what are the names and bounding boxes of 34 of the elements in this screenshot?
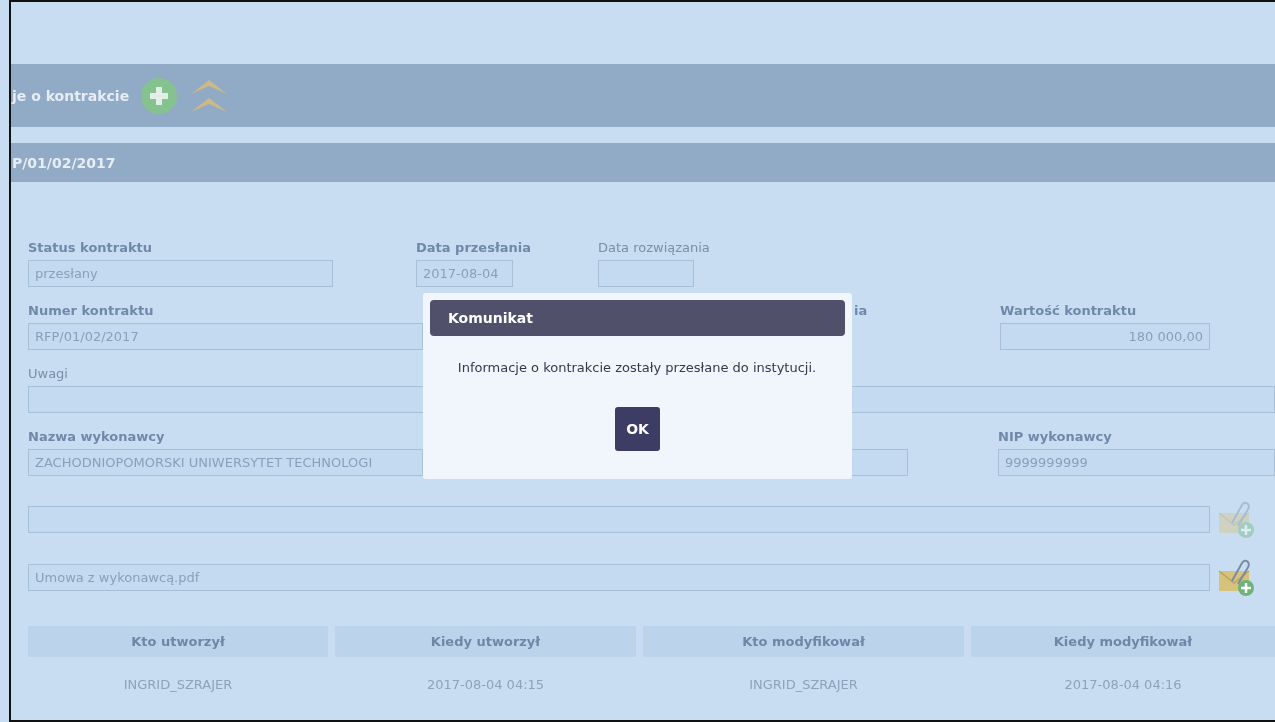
- field-label: Nazwa wykonawcy: [28, 428, 165, 446]
- input-field[interactable]: 9999999999: [998, 449, 1275, 476]
- input-field[interactable]: [850, 449, 908, 476]
- input-field[interactable]: ZACHODNIOPOMORSKI UNIWERSYTET TECHNOLOGI: [28, 449, 423, 476]
- field-label: Data przesłania: [416, 239, 531, 257]
- field-label: Wartość kontraktu: [1000, 302, 1137, 320]
- column-header: Kiedy modyfikował: [971, 626, 1275, 657]
- column-header: Kto utworzył: [28, 626, 328, 657]
- attachment-field[interactable]: [28, 505, 1210, 533]
- table-cell-text: INGRID_SZRAJER: [122, 676, 234, 694]
- field-label: Status kontraktu: [28, 239, 153, 257]
- dialog-title: Komunikat: [430, 300, 845, 336]
- ok-button[interactable]: OK: [615, 407, 660, 451]
- field-label: ia: [854, 302, 868, 320]
- table-cell-text: 2017-08-04 04:15: [425, 676, 546, 694]
- contract-number-title: P/01/02/2017: [12, 154, 116, 171]
- input-field[interactable]: [598, 260, 694, 287]
- field-label: NIP wykonawcy: [998, 428, 1112, 446]
- attachment-field[interactable]: Umowa z wykonawcą.pdf: [28, 563, 1210, 591]
- column-header: Kiedy utworzył: [335, 626, 636, 657]
- input-field[interactable]: RFP/01/02/2017: [28, 323, 423, 350]
- table-cell-text: 2017-08-04 04:16: [1063, 676, 1183, 694]
- input-field[interactable]: 180 000,00: [1000, 323, 1210, 350]
- column-header: Kto modyfikował: [643, 626, 964, 657]
- field-label: Numer kontraktu: [28, 302, 154, 320]
- section-title: je o kontrakcie: [12, 87, 130, 104]
- dialog-message: Informacje o kontrakcie zostały przesłane do instytucji.: [456, 360, 818, 375]
- envelope-attach-icon[interactable]: [1216, 557, 1256, 597]
- add-icon[interactable]: [141, 77, 178, 114]
- field-label: Data rozwiązania: [598, 239, 710, 257]
- input-field[interactable]: 2017-08-04: [416, 260, 513, 287]
- input-field[interactable]: przesłany: [28, 260, 333, 287]
- field-label: Uwagi: [28, 365, 68, 383]
- table-cell-text: INGRID_SZRAJER: [748, 676, 859, 694]
